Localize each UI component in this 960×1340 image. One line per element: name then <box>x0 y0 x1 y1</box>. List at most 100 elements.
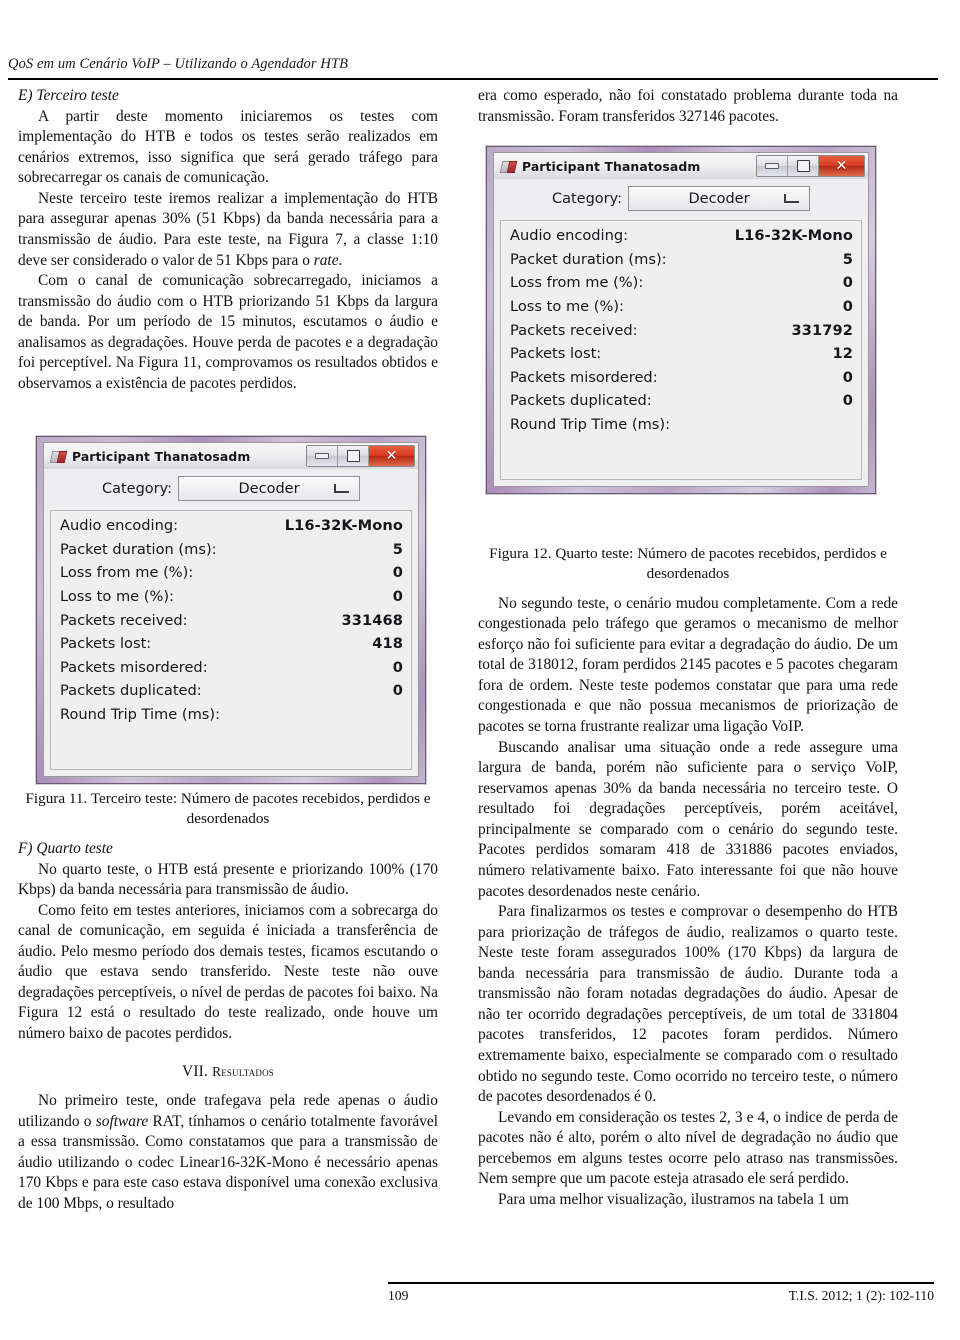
window-controls: ✕ <box>306 445 415 467</box>
right-paragraph-0: era como esperado, não foi constatado pr… <box>478 87 898 125</box>
category-select[interactable]: Decoder <box>178 476 361 501</box>
stat-key: Loss from me (%): <box>510 274 644 292</box>
section-vii-title: Resultados <box>212 1063 274 1079</box>
stat-row: Packets misordered: 0 <box>60 656 403 680</box>
left-paragraph-2-a: Neste terceiro teste iremos realizar a i… <box>18 189 438 269</box>
stats-panel-fig11: Audio encoding: L16-32K-Mono Packet durat… <box>50 510 412 770</box>
figure11-screenshot: Participant Thanatosadm ✕ Category: Deco… <box>36 436 426 784</box>
stat-row: Packet duration (ms): 5 <box>60 538 403 562</box>
running-head-rule <box>8 78 938 80</box>
stat-key: Packets misordered: <box>60 658 208 676</box>
maximize-button[interactable] <box>788 156 819 176</box>
stat-key: Packet duration (ms): <box>60 540 217 558</box>
right-paragraph-1: No segundo teste, o cenário mudou comple… <box>478 594 898 735</box>
stats-empty-area <box>510 437 853 471</box>
stat-row: Round Trip Time (ms): <box>60 703 403 727</box>
stat-key: Audio encoding: <box>510 227 629 244</box>
close-button[interactable]: ✕ <box>819 156 864 176</box>
category-select[interactable]: Decoder <box>628 186 811 211</box>
section-vii-heading: VII. Resultados <box>18 1062 438 1083</box>
stat-value: 418 <box>372 635 403 653</box>
section-vii-number: VII. <box>182 1062 209 1080</box>
stat-value: L16-32K-Mono <box>734 227 853 244</box>
left-paragraph-1: A partir deste momento iniciaremos os te… <box>18 107 438 187</box>
right-paragraph-5: Para uma melhor visualização, ilustramos… <box>498 1190 849 1208</box>
stat-key: Round Trip Time (ms): <box>60 706 221 724</box>
maximize-icon <box>346 450 360 462</box>
minimize-button[interactable] <box>307 446 338 466</box>
stat-row: Loss from me (%): 0 <box>510 271 853 295</box>
stat-value: 5 <box>842 250 853 268</box>
left-paragraph-2-italic: rate <box>313 251 339 269</box>
stat-key: Loss from me (%): <box>60 564 194 582</box>
close-icon: ✕ <box>385 448 398 464</box>
stat-value: 0 <box>842 392 853 410</box>
stat-row: Packets lost: 418 <box>60 632 403 656</box>
left-paragraph-3: Com o canal de comunicação sobrecarregad… <box>18 272 438 392</box>
window-titlebar[interactable]: Participant Thanatosadm ✕ <box>44 443 418 469</box>
document-page: QoS em um Cenário VoIP – Utilizando o Ag… <box>0 0 960 1340</box>
stat-value: 0 <box>392 564 403 582</box>
window-title: Participant Thanatosadm <box>522 158 701 174</box>
minimize-button[interactable] <box>757 156 788 176</box>
figure12-screenshot: Participant Thanatosadm ✕ Category: Deco… <box>486 146 876 494</box>
minimize-icon <box>315 453 329 459</box>
stat-value: 0 <box>392 587 403 605</box>
category-value: Decoder <box>688 190 750 207</box>
stat-value: 0 <box>842 274 853 292</box>
right-paragraph-3: Para finalizarmos os testes e comprovar … <box>478 903 898 1106</box>
chevron-down-icon <box>334 484 350 493</box>
stats-panel-fig12: Audio encoding: L16-32K-Mono Packet durat… <box>500 220 862 480</box>
left-paragraph-2-b: . <box>338 251 343 269</box>
page-footer: 109 T.I.S. 2012; 1 (2): 102-110 <box>388 1288 934 1304</box>
left-paragraph-5: Como feito em testes anteriores, iniciam… <box>18 901 438 1042</box>
stat-value: 0 <box>842 297 853 315</box>
stat-key: Packets duplicated: <box>60 682 202 700</box>
window-title: Participant Thanatosadm <box>72 448 251 464</box>
footer-rule <box>388 1282 934 1284</box>
window-titlebar[interactable]: Participant Thanatosadm ✕ <box>494 153 868 179</box>
stat-row: Loss from me (%): 0 <box>60 561 403 585</box>
category-label: Category: <box>101 480 173 497</box>
stat-value: 12 <box>832 345 853 363</box>
category-row: Category: Decoder <box>44 469 418 508</box>
stat-value: 331792 <box>791 321 853 339</box>
category-label: Category: <box>551 190 623 207</box>
section-f-heading: F) Quarto teste <box>18 839 113 857</box>
right-paragraph-4: Levando em consideração os testes 2, 3 e… <box>478 1108 898 1188</box>
stat-key: Packets lost: <box>510 345 602 363</box>
right-paragraph-2: Buscando analisar uma situação onde a re… <box>478 738 898 900</box>
close-button[interactable]: ✕ <box>369 446 414 466</box>
stat-value: L16-32K-Mono <box>284 517 403 534</box>
stat-row: Packets duplicated: 0 <box>60 679 403 703</box>
rat-app-icon <box>500 158 516 174</box>
stat-key: Packets lost: <box>60 635 152 653</box>
stat-row: Loss to me (%): 0 <box>510 295 853 319</box>
stat-value: 5 <box>392 540 403 558</box>
stat-value: 0 <box>842 368 853 386</box>
stat-row: Loss to me (%): 0 <box>60 585 403 609</box>
left-paragraph-6-italic: software <box>95 1112 149 1130</box>
stat-key: Packets misordered: <box>510 368 658 386</box>
section-e-heading: E) Terceiro teste <box>18 87 119 104</box>
stat-row: Packets duplicated: 0 <box>510 389 853 413</box>
stat-row: Audio encoding: L16-32K-Mono <box>510 224 853 248</box>
stat-row: Packets received: 331792 <box>510 319 853 343</box>
figure11-caption: Figura 11. Terceiro teste: Número de pac… <box>25 790 431 828</box>
close-icon: ✕ <box>835 158 848 174</box>
journal-citation: T.I.S. 2012; 1 (2): 102-110 <box>788 1288 934 1303</box>
stat-row: Packets lost: 12 <box>510 342 853 366</box>
maximize-button[interactable] <box>338 446 369 466</box>
chevron-down-icon <box>784 194 800 203</box>
stats-empty-area <box>60 727 403 761</box>
page-number: 109 <box>388 1288 409 1303</box>
stat-row: Round Trip Time (ms): <box>510 413 853 437</box>
stat-key: Packets received: <box>510 321 638 339</box>
category-row: Category: Decoder <box>494 179 868 218</box>
left-paragraph-6: No primeiro teste, onde trafegava pela r… <box>18 1091 438 1214</box>
stat-key: Round Trip Time (ms): <box>510 416 671 434</box>
stat-key: Packets received: <box>60 611 188 629</box>
stat-key: Audio encoding: <box>60 517 179 534</box>
stat-value: 331468 <box>341 611 403 629</box>
